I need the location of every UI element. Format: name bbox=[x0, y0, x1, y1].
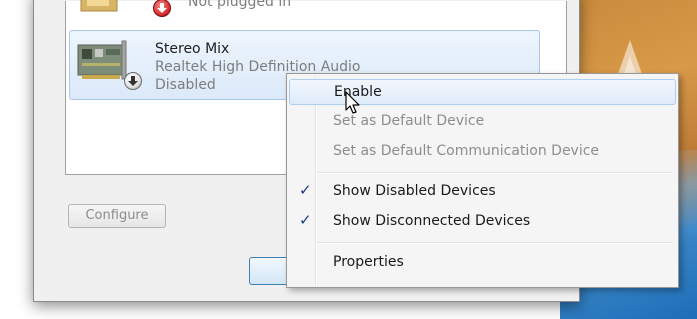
unplugged-status-icon bbox=[153, 0, 171, 17]
device-name: Stereo Mix bbox=[155, 41, 230, 57]
checkmark-icon: ✓ bbox=[299, 211, 312, 229]
menu-item-properties[interactable]: Properties bbox=[289, 250, 676, 276]
device-row-unplugged[interactable]: Not plugged in bbox=[69, 0, 540, 23]
configure-button[interactable]: Configure bbox=[68, 204, 166, 228]
disabled-status-icon bbox=[124, 72, 142, 90]
menu-label-set-default-communication-device: Set as Default Communication Device bbox=[333, 143, 600, 159]
menu-item-show-disconnected-devices[interactable]: ✓ Show Disconnected Devices bbox=[289, 209, 676, 235]
menu-label-show-disconnected-devices: Show Disconnected Devices bbox=[333, 213, 531, 229]
sound-card-icon bbox=[77, 40, 127, 80]
menu-separator bbox=[317, 172, 672, 174]
menu-label-show-disabled-devices: Show Disabled Devices bbox=[333, 183, 496, 199]
checkmark-icon: ✓ bbox=[299, 181, 312, 199]
menu-item-show-disabled-devices[interactable]: ✓ Show Disabled Devices bbox=[289, 179, 676, 205]
menu-separator bbox=[317, 242, 672, 244]
device-icon-partial bbox=[80, 0, 118, 12]
background-strip bbox=[0, 0, 33, 319]
menu-item-set-default-communication-device[interactable]: Set as Default Communication Device bbox=[289, 139, 676, 165]
device-status-text: Not plugged in bbox=[188, 0, 292, 10]
menu-label-properties: Properties bbox=[333, 254, 404, 270]
mouse-pointer-icon bbox=[345, 91, 360, 114]
device-status: Disabled bbox=[155, 77, 216, 93]
